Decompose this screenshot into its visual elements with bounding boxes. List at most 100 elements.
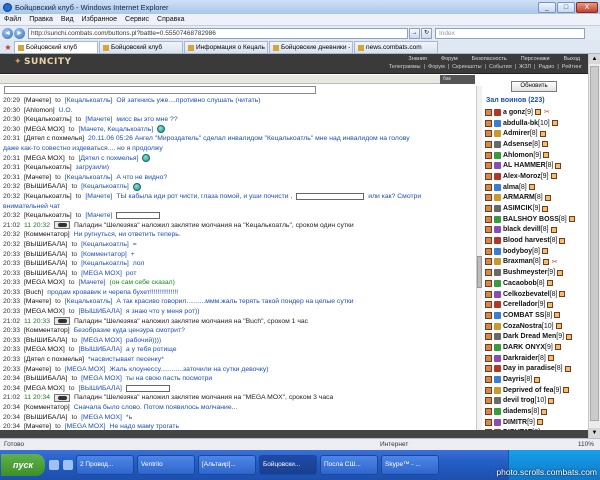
tab-diaries[interactable]: Бойцовские дневники -...	[269, 41, 353, 53]
private-message-icon[interactable]	[485, 322, 492, 330]
menu-view[interactable]: Вид	[61, 16, 74, 23]
user-row[interactable]: Dayris [8]	[485, 374, 588, 385]
user-info-icon[interactable]	[542, 258, 549, 265]
taskbar-task[interactable]: Бойцовски...	[259, 455, 317, 475]
chat-nick[interactable]: [ВЫШИБАЛА]	[24, 414, 67, 421]
user-row[interactable]: BALSHOY BOSS [8]	[485, 214, 588, 225]
user-row[interactable]: COMBAT SS [8]	[485, 310, 588, 321]
user-info-icon[interactable]	[534, 376, 541, 383]
page-scrollbar[interactable]: ▲ ▼	[588, 54, 600, 438]
user-row[interactable]: Admirer [8]	[485, 128, 588, 139]
user-row[interactable]: devil trog [10]	[485, 396, 588, 407]
user-info-icon[interactable]	[528, 184, 535, 191]
user-name[interactable]: Admirer	[503, 130, 530, 137]
private-message-icon[interactable]	[485, 247, 492, 255]
chat-target[interactable]: [MEGA MOX]	[81, 337, 122, 344]
chat-nick[interactable]: [ВЫШИБАЛА]	[24, 183, 67, 190]
chat-nick[interactable]: [Дятел с похмелья]	[24, 356, 84, 363]
private-message-icon[interactable]	[485, 311, 492, 319]
nav-knowledge[interactable]: Знания	[408, 56, 427, 62]
user-row[interactable]: Alex-Moroz [9]	[485, 171, 588, 182]
private-message-icon[interactable]	[485, 290, 492, 298]
user-info-icon[interactable]	[548, 397, 555, 404]
user-row[interactable]: CozaNostra [10]	[485, 321, 588, 332]
user-info-icon[interactable]	[555, 323, 562, 330]
chat-nick[interactable]: [Кецалькоатль]	[24, 164, 72, 171]
nav-exit[interactable]: Выход	[564, 56, 580, 62]
private-message-icon[interactable]	[485, 386, 492, 394]
taskbar-task[interactable]: 2 Провод...	[76, 455, 134, 475]
private-message-icon[interactable]	[485, 205, 492, 213]
user-name[interactable]: DARK ONYX	[503, 344, 545, 351]
scroll-up-icon[interactable]: ▲	[589, 54, 600, 64]
user-info-icon[interactable]	[547, 355, 554, 362]
user-info-icon[interactable]	[566, 333, 573, 340]
subnav-telegrams[interactable]: Телеграммы	[389, 64, 421, 70]
user-name[interactable]: devil trog	[503, 397, 535, 404]
chat-nick[interactable]: [MEGA MOX]	[24, 385, 65, 392]
private-message-icon[interactable]	[485, 140, 492, 148]
nav-characters[interactable]: Персонажи	[521, 56, 550, 62]
chat-target[interactable]: [Мачете]	[85, 212, 112, 219]
chat-scrollbar[interactable]	[476, 86, 482, 438]
user-row[interactable]: AL HAMMER [8]	[485, 160, 588, 171]
scroll-down-icon[interactable]: ▼	[589, 428, 600, 438]
private-message-icon[interactable]	[485, 226, 492, 234]
chat-target[interactable]: [Комментатор]	[81, 251, 127, 258]
chat-nick[interactable]: [Комментатор]	[24, 327, 70, 334]
chat-target[interactable]: [Мачете, Кецалькоатль]	[78, 126, 153, 133]
chat-nick[interactable]: [ВЫШИБАЛА]	[24, 251, 67, 258]
private-message-icon[interactable]	[485, 397, 492, 405]
user-info-icon[interactable]	[544, 194, 551, 201]
subnav-zhzl[interactable]: ЖЗЛ	[519, 64, 531, 70]
tab-combats-1[interactable]: Бойцовский клуб	[14, 41, 98, 53]
user-name[interactable]: bodyboy	[503, 248, 532, 255]
chat-nick[interactable]: [ВЫШИБАЛА]	[24, 270, 67, 277]
address-input[interactable]: http://sunchi.combats.com/buttons.pl?bat…	[28, 27, 408, 39]
chat-nick[interactable]: [Мачете]	[24, 298, 51, 305]
search-input[interactable]: Index	[435, 27, 585, 39]
chat-target[interactable]: [MEGA MOX]	[81, 375, 122, 382]
private-message-icon[interactable]	[485, 194, 492, 202]
user-row[interactable]: abdulla-bk [10]	[485, 118, 588, 129]
user-row[interactable]: bodyboy [8]	[485, 246, 588, 257]
user-row[interactable]: Ahlomon [9]	[485, 150, 588, 161]
user-name[interactable]: CozaNostra	[503, 323, 542, 330]
subnav-screenshots[interactable]: Скриншоты	[452, 64, 481, 70]
user-info-icon[interactable]	[559, 237, 566, 244]
go-button[interactable]: →	[409, 27, 420, 39]
user-name[interactable]: ASIMCIK	[503, 205, 533, 212]
chat-scroll-thumb[interactable]	[477, 256, 482, 288]
user-info-icon[interactable]	[555, 162, 562, 169]
user-row[interactable]: Dark Dread Men [9]	[485, 331, 588, 342]
user-info-icon[interactable]	[543, 152, 550, 159]
private-message-icon[interactable]	[485, 354, 492, 362]
user-name[interactable]: AL HAMMER	[503, 162, 546, 169]
user-name[interactable]: Alex-Moroz	[503, 173, 541, 180]
private-message-icon[interactable]	[485, 130, 492, 138]
chat-nick[interactable]: [MEGA MOX]	[24, 279, 65, 286]
user-name[interactable]: COMBAT SS	[503, 312, 544, 319]
user-row[interactable]: DIMITR [9]	[485, 417, 588, 428]
chat-target[interactable]: [Дятел с похмелья]	[78, 155, 138, 162]
user-info-icon[interactable]	[539, 130, 546, 137]
user-name[interactable]: Day in paradise	[503, 365, 555, 372]
private-message-icon[interactable]	[485, 162, 492, 170]
menu-edit[interactable]: Правка	[29, 16, 53, 23]
private-message-icon[interactable]	[485, 108, 492, 116]
user-name[interactable]: Deprived of fea	[503, 387, 554, 394]
menu-file[interactable]: Файл	[4, 16, 21, 23]
chat-nick[interactable]: [Ahlomon]	[24, 107, 55, 114]
forward-button[interactable]: ►	[14, 27, 25, 39]
user-name[interactable]: Ahlomon	[503, 152, 533, 159]
chat-nick[interactable]: [Мачете]	[24, 174, 51, 181]
chat-nick[interactable]: [MEGA MOX]	[24, 155, 65, 162]
user-row[interactable]: Braxman [8] ✂	[485, 257, 588, 268]
user-name[interactable]: alma	[503, 184, 519, 191]
private-message-icon[interactable]	[485, 215, 492, 223]
user-row[interactable]: DARK ONYX [9]	[485, 342, 588, 353]
chat-nick[interactable]: [MEGA MOX]	[24, 126, 65, 133]
refresh-page-button[interactable]: ↻	[421, 27, 432, 39]
user-row[interactable]: diadems [8]	[485, 406, 588, 417]
private-message-icon[interactable]	[485, 408, 492, 416]
